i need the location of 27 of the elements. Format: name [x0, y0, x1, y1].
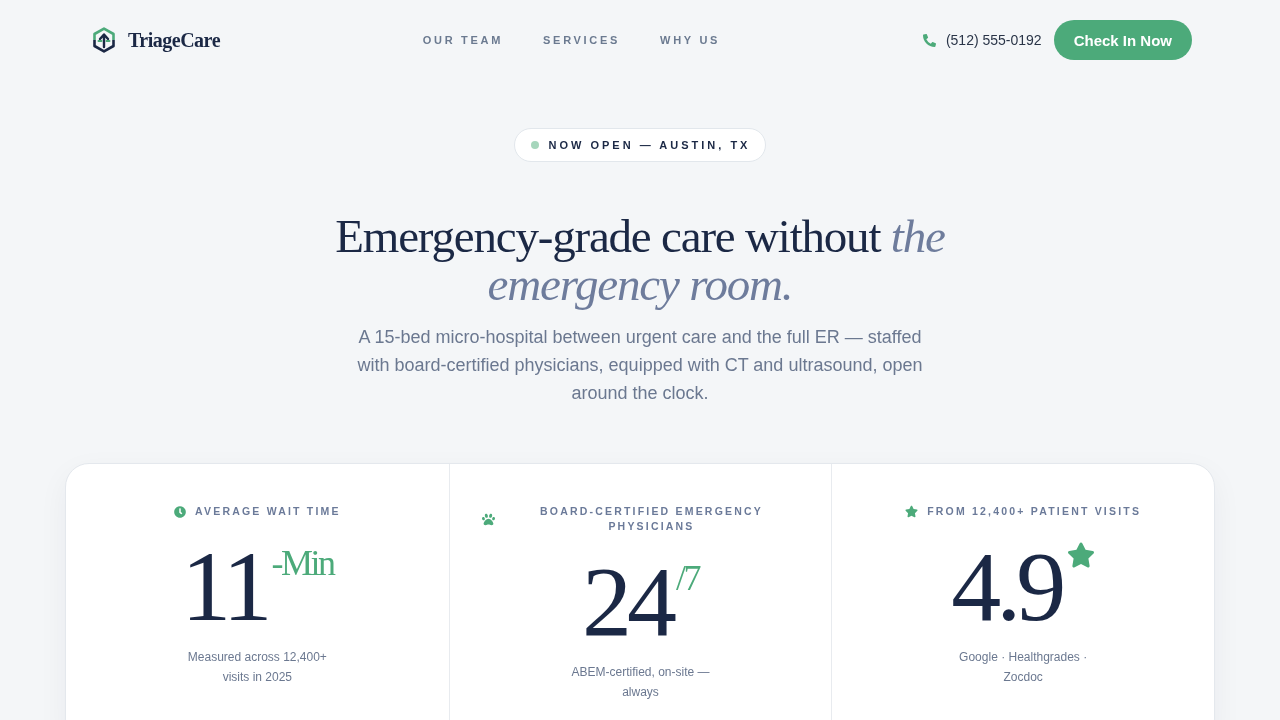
hero-description: A 15-bed micro-hospital between urgent care and the full ER — staffed with board-certified physicians, equipped with CT and ultrasound, open around the clock.	[356, 326, 924, 405]
nav-link[interactable]: OUR TEAM	[422, 34, 504, 46]
stat-value: 11	[181, 537, 268, 637]
stat-unit: -Min	[271, 545, 334, 581]
star-icon	[905, 505, 919, 518]
stat-value: 4.9	[951, 537, 1062, 637]
stat-note: Measured across 12,400+ visits in 2025	[186, 649, 328, 686]
status-dot-icon	[530, 141, 539, 149]
stat-value: 24	[582, 552, 672, 652]
phone-icon	[922, 33, 936, 47]
check-in-button[interactable]: Check In Now	[1053, 20, 1192, 60]
stat-note: ABEM-certified, on-site — always	[570, 664, 711, 701]
star-icon	[1067, 541, 1096, 569]
nav-link[interactable]: WHY US	[660, 34, 721, 46]
stat-note: Google · Healthgrades · Zocdoc	[958, 649, 1089, 686]
stat-unit: /7	[676, 560, 699, 596]
stat-label: BOARD-CERTIFIED EMERGENCY PHYSICIANS	[539, 504, 764, 534]
phone-link[interactable]: (512) 555-0192	[945, 32, 1042, 48]
paw-icon	[481, 512, 495, 526]
shield-arrow-logo-icon	[93, 27, 115, 53]
clock-icon	[173, 505, 186, 518]
nav-link[interactable]: SERVICES	[543, 34, 621, 46]
brand-name: TriageCare	[128, 28, 220, 52]
stat-label: FROM 12,400+ PATIENT VISITS	[927, 504, 1142, 519]
badge-text: NOW OPEN — AUSTIN, TX	[548, 139, 751, 151]
hero-heading: Emergency-grade care without the emergency room.	[334, 212, 946, 308]
stat-label: AVERAGE WAIT TIME	[194, 504, 341, 519]
